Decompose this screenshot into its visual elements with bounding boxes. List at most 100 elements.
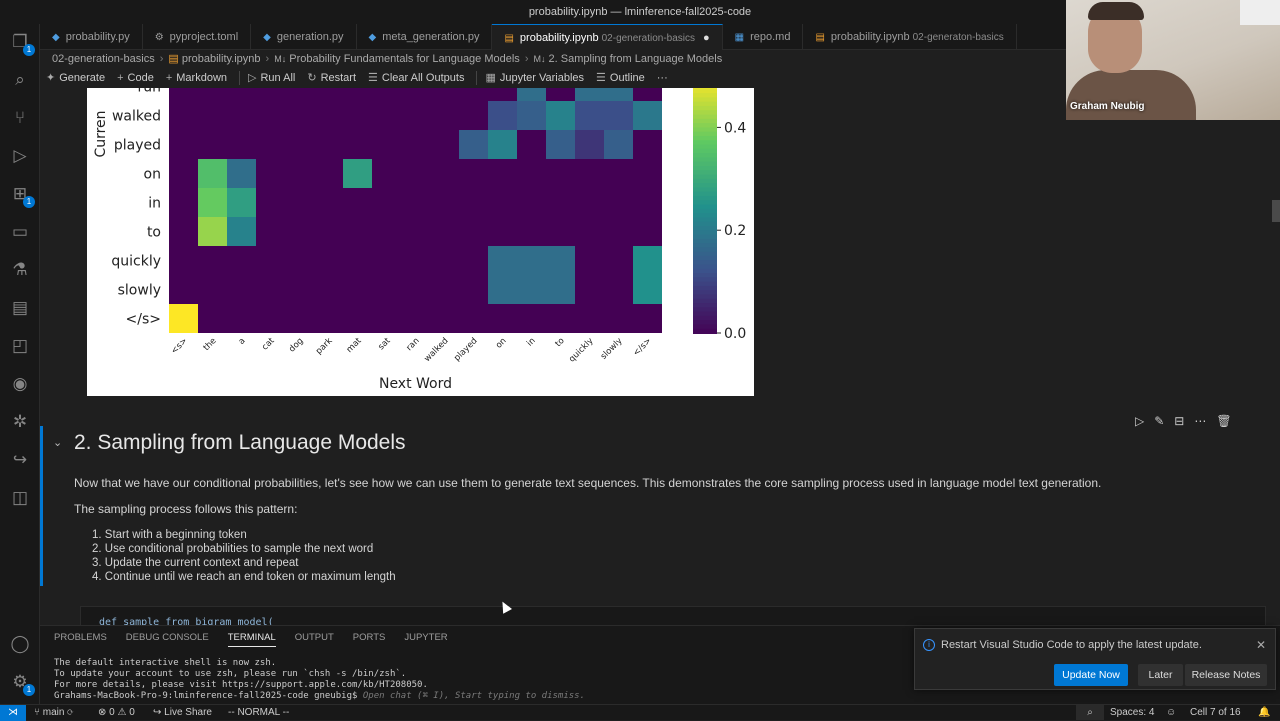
remote-explorer-icon[interactable]: ▭ bbox=[8, 220, 32, 244]
heatmap-cell bbox=[343, 88, 372, 101]
remote-icon[interactable]: ⋊ bbox=[0, 705, 26, 721]
heatmap-cell bbox=[633, 246, 662, 275]
extensions-icon[interactable]: ⊞ 1 bbox=[8, 182, 35, 208]
notebook-icon[interactable]: ▤ bbox=[8, 296, 32, 320]
github-icon[interactable]: ◉ bbox=[8, 372, 32, 396]
heatmap-cell bbox=[343, 304, 372, 333]
markdown-file-icon: ▦ bbox=[734, 32, 745, 43]
heatmap-cell bbox=[604, 275, 633, 304]
breadcrumb-folder[interactable]: 02-generation-basics bbox=[52, 53, 155, 65]
live-share-icon[interactable]: ↪ bbox=[8, 448, 32, 472]
tab-probability-ipynb-active[interactable]: ▤ probability.ipynb 02-generation-basics ● bbox=[492, 24, 723, 50]
heatmap-cell bbox=[459, 217, 488, 246]
heatmap-cell bbox=[517, 88, 546, 101]
breadcrumb-subsection[interactable]: 2. Sampling from Language Models bbox=[549, 53, 723, 65]
tab-debug-console[interactable]: DEBUG CONSOLE bbox=[126, 632, 209, 647]
tab-meta-generation-py[interactable]: ◆ meta_generation.py bbox=[357, 24, 493, 50]
tab-output[interactable]: OUTPUT bbox=[295, 632, 334, 647]
heatmap-cell bbox=[575, 246, 604, 275]
generate-button[interactable]: ✦ Generate bbox=[46, 68, 105, 88]
chevron-right-icon: › bbox=[159, 53, 164, 65]
row-tick-label: to bbox=[147, 225, 161, 241]
row-tick-label: on bbox=[144, 167, 161, 183]
heatmap-cell bbox=[488, 188, 517, 217]
chevron-down-icon[interactable]: ⌄ bbox=[53, 436, 62, 449]
branch-indicator[interactable]: ⑂ main ⟳ bbox=[34, 705, 73, 720]
explorer-icon[interactable]: ❐ 1 bbox=[8, 30, 35, 56]
col-tick-label: ran bbox=[405, 336, 422, 353]
close-icon[interactable]: ✕ bbox=[1256, 638, 1266, 652]
cell-action-toolbar: ▷✎⊟⋯🗑 bbox=[1135, 414, 1242, 428]
tab-jupyter[interactable]: JUPYTER bbox=[404, 632, 447, 647]
heatmap-cell bbox=[604, 101, 633, 130]
heatmap-cell bbox=[227, 217, 256, 246]
problems-indicator[interactable]: ⊗ 0 ⚠ 0 bbox=[98, 705, 135, 720]
add-markdown-button[interactable]: + Markdown bbox=[166, 68, 227, 88]
run-all-button[interactable]: ▷ Run All bbox=[248, 68, 295, 88]
run-icon[interactable]: ▷ bbox=[1135, 414, 1154, 428]
more-icon[interactable]: ⋯ bbox=[1194, 414, 1216, 428]
update-now-button[interactable]: Update Now bbox=[1054, 664, 1128, 686]
copilot-status-icon[interactable]: ☺ bbox=[1166, 705, 1176, 720]
live-share-indicator[interactable]: ↪ Live Share bbox=[153, 705, 212, 720]
bell-icon[interactable]: 🔔 bbox=[1258, 705, 1270, 720]
tab-generation-py[interactable]: ◆ generation.py bbox=[251, 24, 357, 50]
heatmap-cell bbox=[285, 275, 314, 304]
heatmap-cell bbox=[169, 188, 198, 217]
heatmap-cell bbox=[343, 159, 372, 188]
package-icon[interactable]: ◫ bbox=[8, 486, 32, 510]
heatmap-cell bbox=[169, 275, 198, 304]
source-control-icon[interactable]: ⑂ bbox=[8, 106, 32, 130]
edit-icon[interactable]: ✎ bbox=[1154, 414, 1174, 428]
tab-probability-ipynb-2[interactable]: ▤ probability.ipynb 02-generaton-basics bbox=[803, 24, 1017, 50]
outline-button[interactable]: ☰ Outline bbox=[596, 68, 645, 88]
heatmap-cell bbox=[314, 304, 343, 333]
heatmap-cell bbox=[430, 246, 459, 275]
heatmap-cell bbox=[227, 188, 256, 217]
containers-icon[interactable]: ◰ bbox=[8, 334, 32, 358]
tab-pyproject-toml[interactable]: ⚙ pyproject.toml bbox=[143, 24, 252, 50]
search-icon[interactable]: ⌕ bbox=[8, 68, 32, 92]
jupyter-variables-button[interactable]: ▦ Jupyter Variables bbox=[485, 68, 584, 88]
heatmap-cell bbox=[488, 217, 517, 246]
row-tick-label: played bbox=[114, 138, 161, 154]
heatmap-cell bbox=[488, 304, 517, 333]
variables-icon: ▦ bbox=[485, 72, 496, 84]
more-actions-button[interactable]: ··· bbox=[657, 68, 668, 88]
breadcrumb-section[interactable]: Probability Fundamentals for Language Mo… bbox=[289, 53, 520, 65]
split-icon[interactable]: ⊟ bbox=[1174, 414, 1194, 428]
terminal-line: For more details, please visit https://s… bbox=[54, 680, 428, 690]
copilot-icon[interactable]: ✲ bbox=[8, 410, 32, 434]
manage-gear-icon[interactable]: ⚙ 1 bbox=[8, 670, 35, 696]
later-button[interactable]: Later bbox=[1138, 664, 1183, 686]
account-icon[interactable]: ◯ bbox=[8, 632, 32, 656]
release-notes-button[interactable]: Release Notes bbox=[1185, 664, 1267, 686]
col-tick-label: the bbox=[202, 336, 219, 353]
delete-icon[interactable]: 🗑 bbox=[1216, 414, 1241, 428]
status-bar: ⋊ ⑂ main ⟳ ⊗ 0 ⚠ 0 ↪ Live Share -- NORMA… bbox=[0, 704, 1280, 721]
tab-probability-py[interactable]: ◆ probability.py bbox=[40, 24, 143, 50]
list-item: 4. Continue until we reach an end token … bbox=[92, 571, 396, 583]
list-item: 2. Use conditional probabilities to samp… bbox=[92, 543, 374, 555]
tab-problems[interactable]: PROBLEMS bbox=[54, 632, 107, 647]
editor-scrollbar[interactable] bbox=[1272, 200, 1280, 222]
add-code-button[interactable]: + Code bbox=[117, 68, 154, 88]
heatmap-cell bbox=[227, 246, 256, 275]
tab-repo-md[interactable]: ▦ repo.md bbox=[723, 24, 804, 50]
pattern-paragraph: The sampling process follows this patter… bbox=[74, 502, 298, 516]
colorbar-tick-label: 0.2 bbox=[724, 223, 746, 239]
restart-button[interactable]: ↻ Restart bbox=[307, 68, 356, 88]
tab-terminal[interactable]: TERMINAL bbox=[227, 632, 276, 647]
zoom-icon[interactable]: ⌕ bbox=[1076, 705, 1104, 720]
tab-ports[interactable]: PORTS bbox=[353, 632, 386, 647]
code-cell[interactable]: def sample_from_bigram_model( bbox=[80, 606, 1266, 625]
clear-all-outputs-button[interactable]: ☰ Clear All Outputs bbox=[368, 68, 464, 88]
notebook-file-icon: ▤ bbox=[168, 53, 182, 65]
indentation-indicator[interactable]: Spaces: 4 bbox=[1110, 705, 1154, 720]
run-debug-icon[interactable]: ▷ bbox=[8, 144, 32, 168]
terminal-output[interactable]: The default interactive shell is now zsh… bbox=[54, 658, 585, 702]
unsaved-dot-icon[interactable]: ● bbox=[703, 32, 710, 44]
breadcrumb-file[interactable]: probability.ipynb bbox=[182, 53, 261, 65]
testing-icon[interactable]: ⚗ bbox=[8, 258, 32, 282]
presenter-name: Graham Neubig bbox=[1070, 101, 1145, 112]
